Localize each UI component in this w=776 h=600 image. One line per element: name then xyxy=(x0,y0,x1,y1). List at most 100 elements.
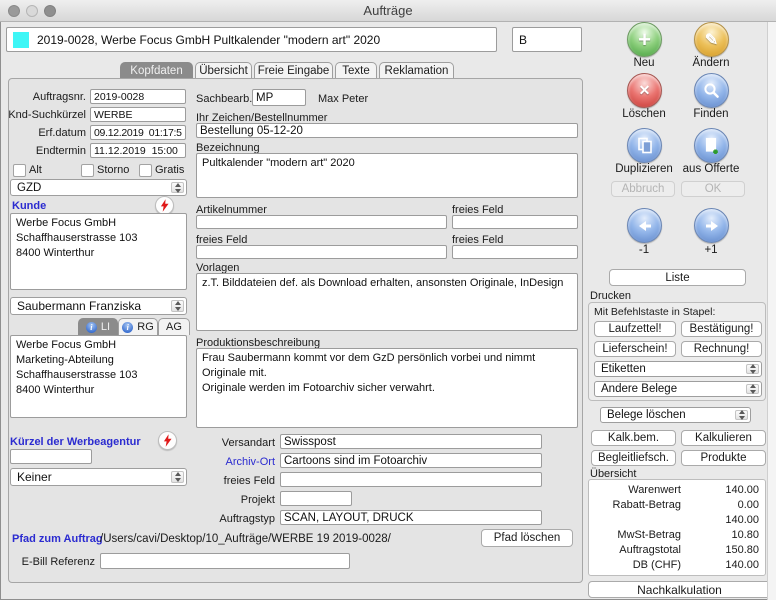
tab-kopfdaten[interactable]: Kopfdaten xyxy=(120,62,193,78)
versandart-input[interactable] xyxy=(280,434,542,449)
address-tab-li[interactable]: i LI xyxy=(78,318,118,335)
bezeichnung-box[interactable]: Pultkalender "modern art" 2020 xyxy=(196,153,578,198)
werbeagentur-select[interactable]: Keiner xyxy=(10,468,187,486)
produktionsbeschreibung-box[interactable]: Frau Saubermann kommt vor dem GzD persön… xyxy=(196,348,578,428)
andere-belege-select[interactable]: Andere Belege xyxy=(594,381,762,397)
freies-feld-input[interactable] xyxy=(280,472,542,487)
tab-reklamation[interactable]: Reklamation xyxy=(379,62,454,78)
etiketten-select-value: Etiketten xyxy=(601,363,646,375)
kunde-address-box[interactable]: Werbe Focus GmbH Schaffhauserstrasse 103… xyxy=(10,213,187,290)
auftragsnr-label: Auftragsnr. xyxy=(6,91,86,103)
freies-feld-input[interactable] xyxy=(452,215,578,229)
abbruch-button[interactable]: Abbruch xyxy=(611,181,675,197)
kalkbem-button[interactable]: Kalk.bem. xyxy=(591,430,676,446)
previous-record-button[interactable] xyxy=(627,208,662,243)
werbeagentur-kuerzel-input[interactable] xyxy=(10,449,92,464)
window-scrollbar[interactable] xyxy=(767,22,776,600)
archiv-ort-link[interactable]: Archiv-Ort xyxy=(175,456,275,468)
freies-feld-input[interactable] xyxy=(196,245,447,259)
ihr-zeichen-input[interactable] xyxy=(196,123,578,138)
belege-loeschen-select[interactable]: Belege löschen xyxy=(600,407,751,423)
status-code-field[interactable]: B xyxy=(512,27,582,52)
neu-button[interactable]: + xyxy=(627,22,662,57)
stapel-hint-label: Mit Befehlstaste in Stapel: xyxy=(594,306,715,318)
finden-button[interactable] xyxy=(694,73,729,108)
kontakt-select-value: Saubermann Franziska xyxy=(17,299,141,313)
werbeagentur-select-value: Keiner xyxy=(17,470,52,484)
minimize-button[interactable] xyxy=(26,5,38,17)
liste-button[interactable]: Liste xyxy=(609,269,746,286)
liefer-address-box[interactable]: Werbe Focus GmbH Marketing-Abteilung Sch… xyxy=(10,335,187,418)
pfad-zum-auftrag-link[interactable]: Pfad zum Auftrag xyxy=(12,533,103,545)
address-tab-ag[interactable]: AG xyxy=(158,318,190,335)
tab-uebersicht[interactable]: Übersicht xyxy=(195,62,252,78)
knd-suchkuerzel-input[interactable] xyxy=(90,107,186,122)
vorlagen-box[interactable]: z.T. Bilddateien def. als Download erhal… xyxy=(196,273,578,331)
alt-label: Alt xyxy=(29,164,42,176)
auftragstyp-label: Auftragstyp xyxy=(175,513,275,525)
sachbearb-name: Max Peter xyxy=(318,93,368,105)
info-icon[interactable]: i xyxy=(86,322,97,333)
address-tab-rg[interactable]: i RG xyxy=(118,318,158,335)
info-icon[interactable]: i xyxy=(122,322,133,333)
endtermin-input[interactable] xyxy=(90,143,186,158)
aus-offerte-label: aus Offerte xyxy=(678,163,744,175)
sachbearb-input[interactable] xyxy=(252,89,306,106)
finden-label: Finden xyxy=(678,108,744,120)
order-summary-field[interactable]: 2019-0028, Werbe Focus GmbH Pultkalender… xyxy=(6,27,497,52)
archiv-ort-input[interactable] xyxy=(280,453,542,468)
pfad-loeschen-button[interactable]: Pfad löschen xyxy=(481,529,573,547)
duplizieren-label: Duplizieren xyxy=(611,163,677,175)
rechnung-button[interactable]: Rechnung! xyxy=(681,341,762,357)
document-plus-icon xyxy=(703,137,720,155)
tab-texte[interactable]: Texte xyxy=(335,62,377,78)
projekt-input[interactable] xyxy=(280,491,352,506)
auftragsnr-input[interactable] xyxy=(90,89,186,104)
produkte-button[interactable]: Produkte xyxy=(681,450,766,466)
kalkulieren-button[interactable]: Kalkulieren xyxy=(681,430,766,446)
werbeagentur-link[interactable]: Kürzel der Werbeagentur xyxy=(10,436,141,448)
laufzettel-button[interactable]: Laufzettel! xyxy=(594,321,676,337)
begleitliefsch-button[interactable]: Begleitliefsch. xyxy=(591,450,676,466)
minus-one-label: -1 xyxy=(611,244,677,256)
arrow-right-icon xyxy=(703,220,721,232)
loeschen-button[interactable]: ✕ xyxy=(627,73,662,108)
storno-checkbox[interactable] xyxy=(81,164,94,177)
belege-loeschen-value: Belege löschen xyxy=(607,409,686,421)
auftragstyp-input[interactable] xyxy=(280,510,542,525)
erfdatum-input[interactable] xyxy=(90,125,186,140)
lieferschein-button[interactable]: Lieferschein! xyxy=(594,341,676,357)
etiketten-select[interactable]: Etiketten xyxy=(594,361,762,377)
sachbearb-label: Sachbearb. xyxy=(196,93,252,105)
duplizieren-button[interactable] xyxy=(627,128,662,163)
kunde-link[interactable]: Kunde xyxy=(12,200,46,212)
stepper-icon xyxy=(171,300,184,312)
x-icon: ✕ xyxy=(639,82,651,99)
ok-button[interactable]: OK xyxy=(681,181,745,197)
status-color-swatch xyxy=(13,32,29,48)
lightning-icon xyxy=(163,434,172,447)
freies-feld-input[interactable] xyxy=(452,245,578,259)
gratis-checkbox[interactable] xyxy=(139,164,152,177)
zoom-button[interactable] xyxy=(44,5,56,17)
window-title: Aufträge xyxy=(0,0,776,21)
aus-offerte-button[interactable] xyxy=(694,128,729,163)
title-bar: Aufträge xyxy=(0,0,776,22)
aendern-button[interactable]: ✎ xyxy=(694,22,729,57)
bestaetigung-button[interactable]: Bestätigung! xyxy=(681,321,762,337)
nachkalkulation-button[interactable]: Nachkalkulation xyxy=(588,581,771,598)
plus-icon: + xyxy=(638,30,651,50)
stepper-icon xyxy=(735,410,748,420)
close-button[interactable] xyxy=(8,5,20,17)
uebersicht-row: DB (CHF)140.00 xyxy=(595,559,759,571)
tab-freie-eingabe[interactable]: Freie Eingabe xyxy=(254,62,333,78)
ebill-referenz-input[interactable] xyxy=(100,553,350,569)
next-record-button[interactable] xyxy=(694,208,729,243)
alt-checkbox[interactable] xyxy=(13,164,26,177)
uebersicht-row: 140.00 xyxy=(595,514,759,526)
arrow-left-icon xyxy=(636,220,654,232)
artikelnummer-input[interactable] xyxy=(196,215,447,229)
status-select[interactable]: GZD xyxy=(10,179,187,196)
kontakt-select[interactable]: Saubermann Franziska xyxy=(10,297,187,315)
uebersicht-row: Rabatt-Betrag0.00 xyxy=(595,499,759,511)
